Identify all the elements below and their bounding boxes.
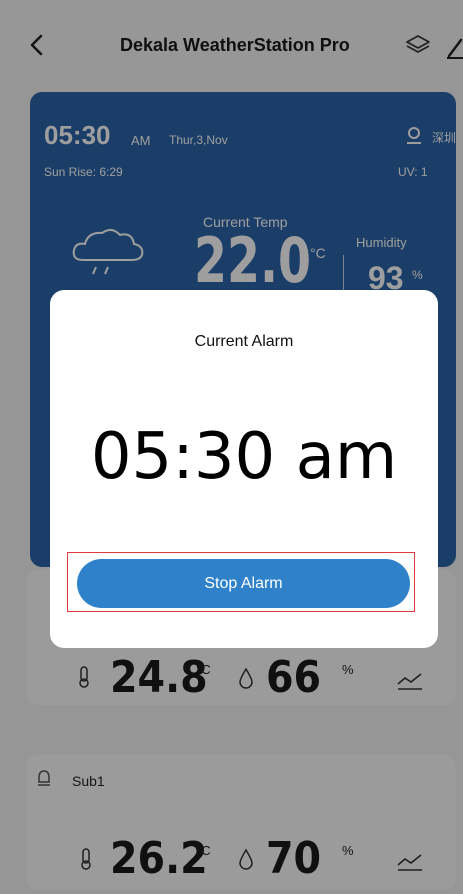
stop-alarm-button[interactable]: Stop Alarm: [77, 559, 410, 608]
dialog-title: Current Alarm: [194, 333, 294, 350]
alarm-dialog: Current Alarm 05:30 am Stop Alarm: [50, 290, 438, 648]
alarm-time: 05:30 am: [90, 420, 398, 494]
app-screen: Dekala WeatherStation Pro 05:30 AM Thur,…: [0, 0, 463, 894]
